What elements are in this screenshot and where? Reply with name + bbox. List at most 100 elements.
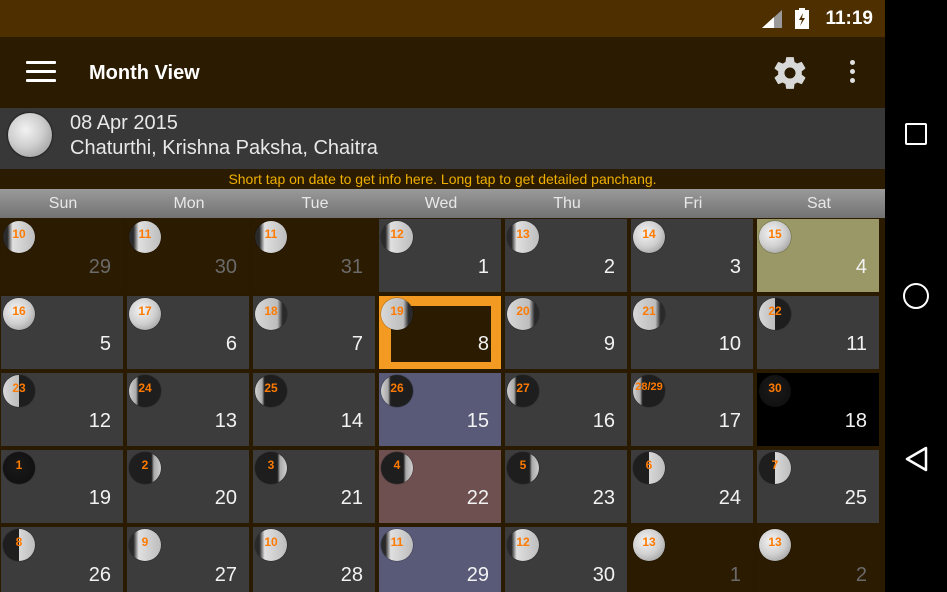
day-number: 26	[88, 564, 111, 586]
day-number: 1	[729, 564, 741, 586]
tithi-number: 10	[264, 535, 278, 549]
day-number: 10	[718, 333, 741, 355]
calendar-day-cell[interactable]: 30 18	[756, 372, 880, 447]
calendar-day-cell[interactable]: 14 3	[630, 218, 754, 293]
day-number: 30	[214, 256, 237, 278]
tithi-number: 25	[264, 381, 278, 395]
day-number: 31	[340, 256, 363, 278]
calendar-day-cell[interactable]: 15 4	[756, 218, 880, 293]
calendar-day-cell[interactable]: 17 6	[126, 295, 250, 370]
tithi-number: 4	[393, 458, 401, 472]
settings-gear-icon[interactable]	[771, 54, 809, 92]
day-number: 29	[88, 256, 111, 278]
tithi-number: 17	[138, 304, 152, 318]
hint-text: Short tap on date to get info here. Long…	[228, 171, 657, 187]
tithi-number: 11	[390, 535, 404, 549]
calendar-day-cell[interactable]: 25 14	[252, 372, 376, 447]
day-number: 2	[603, 256, 615, 278]
day-number: 12	[88, 410, 111, 432]
tithi-number: 18	[264, 304, 278, 318]
overflow-menu-icon[interactable]	[846, 60, 858, 88]
tithi-number: 28/29	[635, 381, 663, 393]
calendar-day-cell[interactable]: 9 27	[126, 526, 250, 592]
tithi-number: 27	[516, 381, 530, 395]
day-number: 27	[214, 564, 237, 586]
calendar-day-cell[interactable]: 10 29	[0, 218, 124, 293]
day-number: 6	[225, 333, 237, 355]
hamburger-menu-icon[interactable]	[26, 61, 56, 85]
weekday-mon: Mon	[173, 195, 205, 212]
day-number: 17	[718, 410, 741, 432]
status-time: 11:19	[825, 8, 873, 29]
tithi-number: 7	[771, 458, 779, 472]
calendar-day-cell[interactable]: 8 26	[0, 526, 124, 592]
day-number: 21	[340, 487, 363, 509]
calendar-day-cell[interactable]: 11 29	[378, 526, 502, 592]
tithi-number: 8	[15, 535, 23, 549]
day-number: 24	[718, 487, 741, 509]
recent-apps-icon[interactable]	[905, 123, 927, 145]
day-number: 14	[340, 410, 363, 432]
calendar-day-cell[interactable]: 21 10	[630, 295, 754, 370]
tithi-number: 13	[642, 535, 656, 549]
day-number: 4	[855, 256, 867, 278]
tithi-number: 14	[642, 227, 656, 241]
calendar-day-cell[interactable]: 7 25	[756, 449, 880, 524]
day-number: 11	[846, 333, 867, 355]
calendar-day-cell[interactable]: 5 23	[504, 449, 628, 524]
day-number: 28	[340, 564, 363, 586]
calendar-day-cell[interactable]: 23 12	[0, 372, 124, 447]
calendar-day-cell[interactable]: 11 30	[126, 218, 250, 293]
day-number: 1	[477, 256, 489, 278]
calendar-day-cell[interactable]: 27 16	[504, 372, 628, 447]
calendar-day-cell[interactable]: 13 1	[630, 526, 754, 592]
tithi-number: 10	[12, 227, 26, 241]
tithi-number: 16	[12, 304, 26, 318]
day-number: 20	[214, 487, 237, 509]
calendar-day-cell[interactable]: 28/29 17	[630, 372, 754, 447]
calendar-day-cell[interactable]: 22 11	[756, 295, 880, 370]
selected-tithi: Chaturthi, Krishna Paksha, Chaitra	[70, 137, 378, 159]
calendar-day-cell[interactable]: 4 22	[378, 449, 502, 524]
calendar-day-cell[interactable]: 10 28	[252, 526, 376, 592]
day-number: 2	[855, 564, 867, 586]
signal-icon	[762, 10, 782, 28]
day-number: 23	[592, 487, 615, 509]
calendar-day-cell[interactable]: 6 24	[630, 449, 754, 524]
calendar-day-cell[interactable]: 13 2	[504, 218, 628, 293]
day-number: 3	[729, 256, 741, 278]
tithi-number: 1	[15, 458, 23, 472]
back-icon[interactable]	[904, 446, 930, 472]
calendar-day-cell[interactable]: 12 30	[504, 526, 628, 592]
day-number: 5	[99, 333, 111, 355]
calendar-day-cell[interactable]: 11 31	[252, 218, 376, 293]
weekday-fri: Fri	[683, 195, 703, 212]
weekday-header: Sun Mon Tue Wed Thu Fri Sat	[0, 189, 885, 218]
tithi-number: 13	[768, 535, 782, 549]
day-number: 8	[477, 333, 489, 355]
calendar-day-cell[interactable]: 19 8	[378, 295, 502, 370]
calendar-day-cell[interactable]: 16 5	[0, 295, 124, 370]
home-icon[interactable]	[903, 283, 929, 309]
day-number: 19	[88, 487, 111, 509]
weekday-wed: Wed	[424, 195, 458, 212]
calendar-day-cell[interactable]: 1 19	[0, 449, 124, 524]
calendar-day-cell[interactable]: 20 9	[504, 295, 628, 370]
tithi-number: 26	[390, 381, 404, 395]
calendar-day-cell[interactable]: 24 13	[126, 372, 250, 447]
day-number: 18	[844, 410, 867, 432]
day-number: 15	[466, 410, 489, 432]
day-number: 25	[844, 487, 867, 509]
day-number: 7	[351, 333, 363, 355]
calendar-day-cell[interactable]: 12 1	[378, 218, 502, 293]
day-number: 16	[592, 410, 615, 432]
tithi-number: 6	[645, 458, 653, 472]
calendar-day-cell[interactable]: 26 15	[378, 372, 502, 447]
calendar-day-cell[interactable]: 18 7	[252, 295, 376, 370]
calendar-day-cell[interactable]: 13 2	[756, 526, 880, 592]
tithi-number: 21	[642, 304, 656, 318]
date-info-panel: 08 Apr 2015 Chaturthi, Krishna Paksha, C…	[0, 108, 885, 169]
day-number: 13	[214, 410, 237, 432]
calendar-day-cell[interactable]: 2 20	[126, 449, 250, 524]
calendar-day-cell[interactable]: 3 21	[252, 449, 376, 524]
